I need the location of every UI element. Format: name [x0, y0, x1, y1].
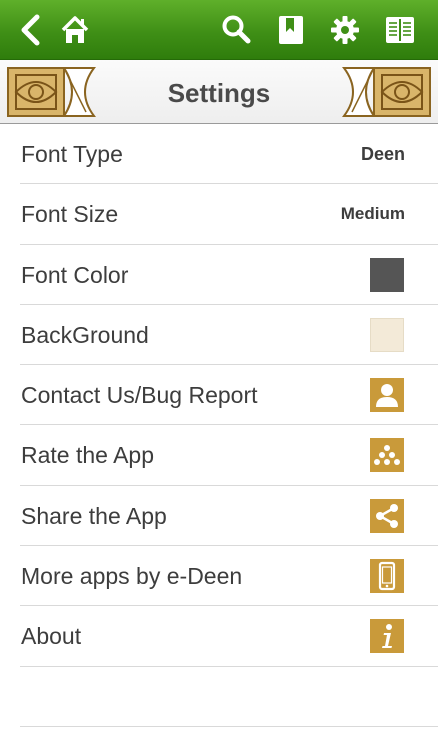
- background-label: BackGround: [21, 321, 149, 348]
- rate-row[interactable]: Rate the App: [20, 425, 438, 486]
- empty-list-row: [20, 667, 438, 727]
- search-icon[interactable]: [216, 10, 256, 50]
- about-label: About: [21, 623, 82, 650]
- font-size-label: Font Size: [21, 201, 119, 228]
- background-row[interactable]: BackGround: [20, 305, 438, 366]
- font-size-value: Medium: [340, 204, 405, 224]
- font-type-row[interactable]: Font Type Deen: [20, 124, 438, 185]
- back-chevron-icon[interactable]: [12, 10, 52, 50]
- person-icon[interactable]: [370, 378, 404, 413]
- more-apps-row[interactable]: More apps by e-Deen: [20, 546, 438, 607]
- rate-label: Rate the App: [21, 442, 154, 469]
- share-icon[interactable]: [370, 498, 404, 533]
- top-toolbar: [0, 0, 438, 60]
- font-size-row[interactable]: Font Size Medium: [20, 184, 438, 245]
- settings-list: Font Type Deen Font Size Medium Font Col…: [0, 124, 438, 727]
- share-label: Share the App: [21, 502, 167, 529]
- book-icon[interactable]: [380, 10, 420, 50]
- info-icon[interactable]: [370, 619, 404, 654]
- bookmark-icon[interactable]: [271, 10, 311, 50]
- font-color-row[interactable]: Font Color: [20, 245, 438, 305]
- font-color-swatch[interactable]: [370, 257, 404, 292]
- font-type-label: Font Type: [21, 141, 123, 167]
- contact-label: Contact Us/Bug Report: [21, 382, 258, 409]
- home-icon[interactable]: [55, 10, 95, 50]
- ornament-right-icon: [342, 66, 432, 118]
- font-color-label: Font Color: [21, 261, 129, 288]
- phone-icon[interactable]: [370, 559, 404, 594]
- share-row[interactable]: Share the App: [20, 486, 438, 547]
- title-bar: Settings: [0, 60, 438, 124]
- more-apps-label: More apps by e-Deen: [21, 563, 243, 590]
- stars-icon[interactable]: [370, 438, 404, 473]
- background-swatch[interactable]: [370, 317, 404, 352]
- gear-icon[interactable]: [325, 10, 365, 50]
- font-type-value: Deen: [360, 144, 405, 164]
- about-row[interactable]: About: [20, 606, 438, 667]
- contact-row[interactable]: Contact Us/Bug Report: [20, 365, 438, 426]
